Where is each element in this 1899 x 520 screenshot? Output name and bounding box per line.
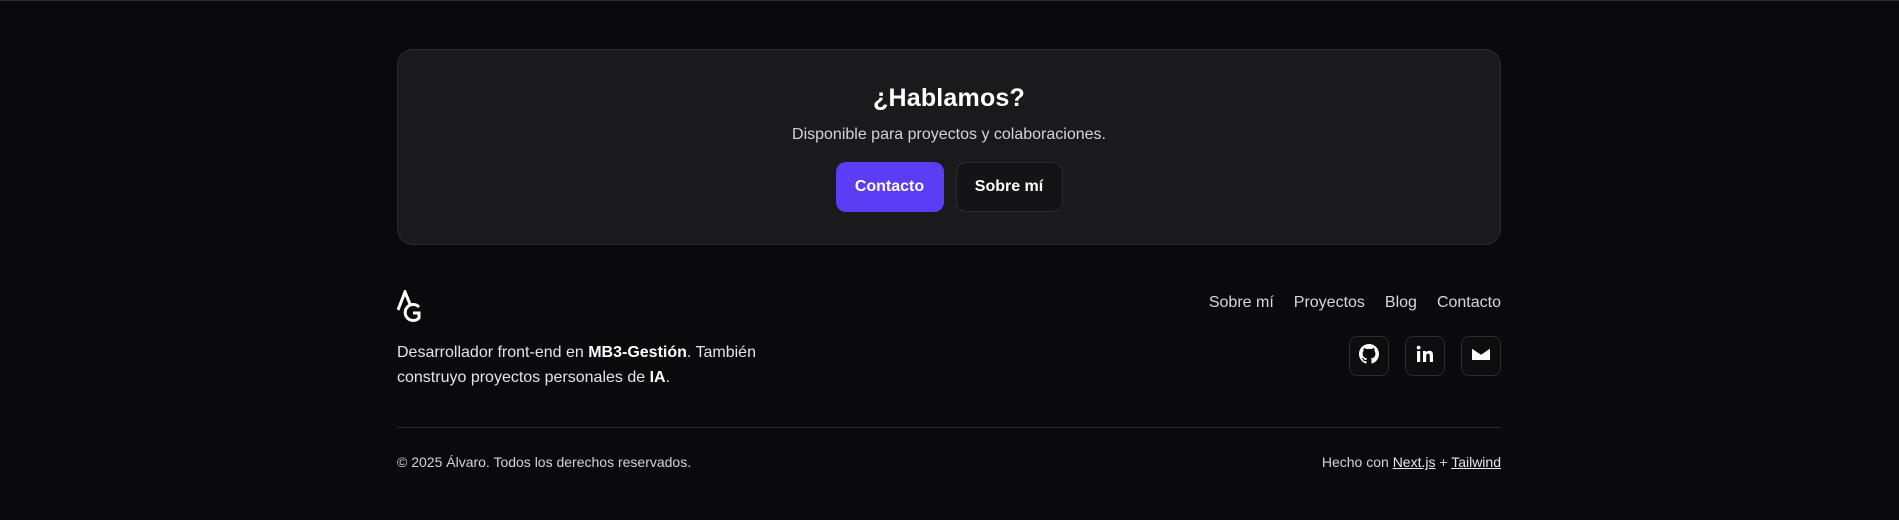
footer-description: Desarrollador front-end en MB3-Gestión. … [397,340,797,390]
cta-title: ¿Hablamos? [872,84,1026,112]
cta-card: ¿Hablamos? Disponible para proyectos y c… [397,49,1501,245]
footer-nav: Sobre mí Proyectos Blog Contacto [1209,294,1501,312]
footer-nav-blog[interactable]: Blog [1385,294,1417,312]
linkedin-icon [1415,344,1435,369]
about-button[interactable]: Sobre mí [955,162,1063,212]
cta-subtitle: Disponible para proyectos y colaboracion… [792,126,1106,143]
made-with: Hecho con Next.js + Tailwind [1322,454,1501,470]
footer-nav-contact[interactable]: Contacto [1437,294,1501,312]
made-with-separator: + [1435,454,1452,470]
desc-part1: Desarrollador front-end en [397,344,589,361]
mail-icon [1471,346,1491,367]
tailwind-link[interactable]: Tailwind [1451,454,1501,470]
linkedin-button[interactable] [1405,336,1445,376]
desc-part3: . [665,369,671,386]
copyright: © 2025 Álvaro. Todos los derechos reserv… [397,454,692,470]
footer-nav-projects[interactable]: Proyectos [1294,294,1365,312]
desc-topic: IA [649,369,666,386]
cta-buttons: Contacto Sobre mí [398,162,1500,212]
desc-company: MB3-Gestión [588,344,687,361]
nextjs-link[interactable]: Next.js [1393,454,1436,470]
made-with-prefix: Hecho con [1321,454,1393,470]
contact-button[interactable]: Contacto [835,162,944,212]
mail-button[interactable] [1461,336,1501,376]
github-button[interactable] [1349,336,1389,376]
footer-section: ¿Hablamos? Disponible para proyectos y c… [396,0,1501,520]
footer-nav-about[interactable]: Sobre mí [1209,294,1274,312]
social-links [1349,336,1501,376]
github-icon [1359,343,1379,369]
ag-logo-icon[interactable] [396,287,423,322]
footer-divider [397,427,1501,428]
